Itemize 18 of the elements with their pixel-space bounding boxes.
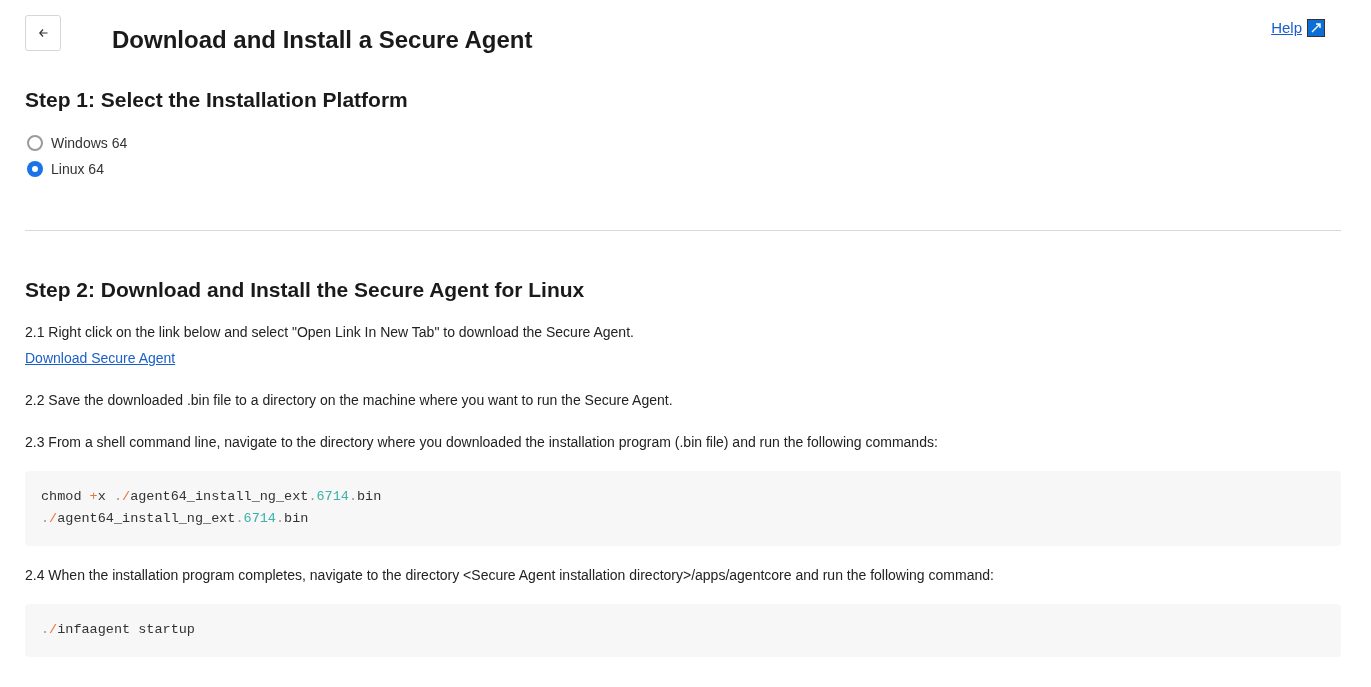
back-arrow-icon	[38, 29, 48, 37]
help-link[interactable]: Help	[1271, 17, 1302, 40]
radio-option[interactable]: Windows 64	[27, 130, 128, 156]
instruction-text: 2.2 Save the downloaded .bin file to a directory on the machine where you want to run the Secure Agent.	[25, 391, 673, 410]
external-link-icon[interactable]	[1307, 19, 1325, 38]
radio-unchecked-icon[interactable]	[27, 135, 43, 151]
instruction-text: 2.1 Right click on the link below and select "Open Link In New Tab" to download the Secure Agent.	[25, 323, 634, 342]
page-title: Download and Install a Secure Agent	[112, 25, 533, 55]
step-heading: Step 2: Download and Install the Secure Agent for Linux	[25, 277, 586, 303]
download-link[interactable]: Download Secure Agent	[25, 345, 176, 371]
radio-checked-icon[interactable]	[27, 161, 43, 177]
instruction-text: 2.3 From a shell command line, navigate to the directory where you downloaded the installation program (.bin file) and run the following commands:	[25, 433, 938, 452]
code-line: chmod +x ./agent64_install_ng_ext.6714.bin	[41, 488, 382, 506]
code-line: ./infaagent startup	[41, 621, 195, 639]
instruction-text: 2.4 When the installation program completes, navigate to the directory <Secure Agent installation directory>/apps/agentcore and run the following command:	[25, 566, 994, 585]
radio-option[interactable]: Linux 64	[27, 156, 104, 182]
step-heading: Step 1: Select the Installation Platform	[25, 87, 409, 113]
code-line: ./agent64_install_ng_ext.6714.bin	[41, 510, 309, 528]
